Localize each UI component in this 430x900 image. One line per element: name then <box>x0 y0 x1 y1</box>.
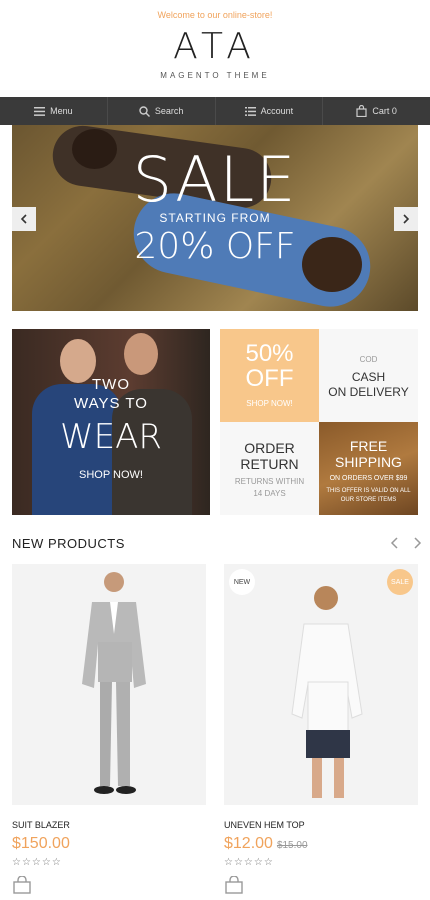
shopping-bag-icon <box>225 875 243 894</box>
nav-cart-button[interactable]: Cart 0 <box>323 97 430 125</box>
tile-cod-heading: CASH ON DELIVERY <box>319 370 418 400</box>
main-nav: Menu Search Account Cart 0 <box>0 97 430 125</box>
product-image[interactable]: NEW SALE <box>224 564 418 805</box>
tile-cod-line-1: CASH <box>351 370 386 384</box>
hero-title: SALE <box>132 143 298 216</box>
new-badge: NEW <box>229 569 255 595</box>
promo-model-2-head <box>124 333 158 375</box>
product-price: $150.00 <box>12 835 206 853</box>
tile-returns-detail-2: 14 DAYS <box>253 489 286 498</box>
tile-returns-line-1: ORDER <box>244 440 295 456</box>
logo[interactable]: ATA <box>0 26 430 67</box>
product-photo-top <box>291 586 363 798</box>
tile-discount-percent: 50% <box>245 340 294 367</box>
promo-two-ways-to-wear[interactable]: TWO WAYS TO WEAR SHOP NOW! <box>12 329 210 515</box>
sale-badge: SALE <box>387 569 413 595</box>
tile-returns-heading: ORDER RETURN <box>220 440 319 472</box>
product-card[interactable]: NEW SALE UNEVEN HEM TOP $12.00 $15.00 ☆☆☆… <box>224 564 418 899</box>
tile-shipping-note-2: OUR STORE ITEMS <box>340 497 397 503</box>
hero-discount: 20% OFF <box>134 226 296 267</box>
tile-discount-off: OFF <box>245 365 294 392</box>
product-current-price: $12.00 <box>224 835 273 852</box>
product-price: $12.00 $15.00 <box>224 835 418 853</box>
nav-search-button[interactable]: Search <box>108 97 216 125</box>
add-to-cart-button[interactable] <box>224 875 418 899</box>
nav-cart-label: Cart 0 <box>372 106 397 116</box>
tile-shipping-condition: ON ORDERS OVER $99 <box>329 475 408 482</box>
tile-discount-heading: 50% OFF <box>220 341 319 391</box>
tile-shipping-note: THIS OFFER IS VALID ON ALL OUR STORE ITE… <box>319 487 418 505</box>
promo-line-2: WAYS TO <box>74 395 148 412</box>
product-rating: ☆☆☆☆☆ <box>224 857 274 868</box>
chevron-left-icon[interactable] <box>390 537 400 549</box>
tile-cod: COD CASH ON DELIVERY <box>319 329 418 422</box>
product-card[interactable]: SUIT BLAZER $150.00 ☆☆☆☆☆ <box>12 564 206 899</box>
logo-tagline: MAGENTO THEME <box>160 71 270 80</box>
search-icon <box>139 105 150 117</box>
tile-shipping-line-1: FREE <box>349 438 388 454</box>
tile-returns-detail-1: RETURNS WITHIN <box>234 477 305 486</box>
nav-menu-button[interactable]: Menu <box>0 97 108 125</box>
nav-menu-label: Menu <box>50 106 73 116</box>
tile-discount-cta[interactable]: SHOP NOW! <box>220 399 319 408</box>
shopping-bag-icon <box>356 105 367 117</box>
slider-next-button[interactable] <box>394 207 418 231</box>
add-to-cart-button[interactable] <box>12 875 206 899</box>
tile-discount[interactable]: 50% OFF SHOP NOW! <box>220 329 319 422</box>
nav-account-label: Account <box>260 106 294 116</box>
tile-cod-label: COD <box>359 355 378 364</box>
chevron-right-icon[interactable] <box>412 537 422 549</box>
hero-banner[interactable]: SALE STARTING FROM 20% OFF <box>12 125 418 311</box>
tile-free-shipping: FREE SHIPPING ON ORDERS OVER $99 THIS OF… <box>319 422 418 515</box>
hero-subtitle: STARTING FROM <box>159 211 271 225</box>
tile-shipping-line-2: SHIPPING <box>335 454 402 470</box>
promo-line-3: WEAR <box>60 417 162 457</box>
tile-returns-details: RETURNS WITHIN 14 DAYS <box>220 476 319 500</box>
promo-heading: TWO WAYS TO <box>12 375 210 413</box>
welcome-message: Welcome to our online-store! <box>157 10 273 20</box>
product-rating: ☆☆☆☆☆ <box>12 857 62 868</box>
product-image[interactable] <box>12 564 206 805</box>
tile-cod-line-2: ON DELIVERY <box>328 385 409 399</box>
tile-returns: ORDER RETURN RETURNS WITHIN 14 DAYS <box>220 422 319 515</box>
nav-account-button[interactable]: Account <box>216 97 324 125</box>
menu-icon <box>34 106 46 116</box>
chevron-right-icon <box>403 214 410 224</box>
product-name[interactable]: SUIT BLAZER <box>12 820 206 830</box>
tile-returns-line-2: RETURN <box>240 456 299 472</box>
section-title: NEW PRODUCTS <box>12 536 125 551</box>
product-photo-suit <box>82 572 146 794</box>
tile-shipping-heading: FREE SHIPPING <box>319 438 418 470</box>
product-current-price: $150.00 <box>12 835 70 852</box>
product-old-price: $15.00 <box>276 840 308 851</box>
promo-shop-now-link[interactable]: SHOP NOW! <box>12 469 210 481</box>
nav-search-label: Search <box>154 106 184 116</box>
list-icon <box>244 106 256 116</box>
promo-line-1: TWO <box>92 376 130 393</box>
tile-shipping-note-1: THIS OFFER IS VALID ON ALL <box>326 488 411 494</box>
carousel-arrows <box>390 536 422 552</box>
shopping-bag-icon <box>13 875 31 894</box>
product-name[interactable]: UNEVEN HEM TOP <box>224 820 418 830</box>
chevron-left-icon <box>20 214 27 224</box>
slider-prev-button[interactable] <box>12 207 36 231</box>
